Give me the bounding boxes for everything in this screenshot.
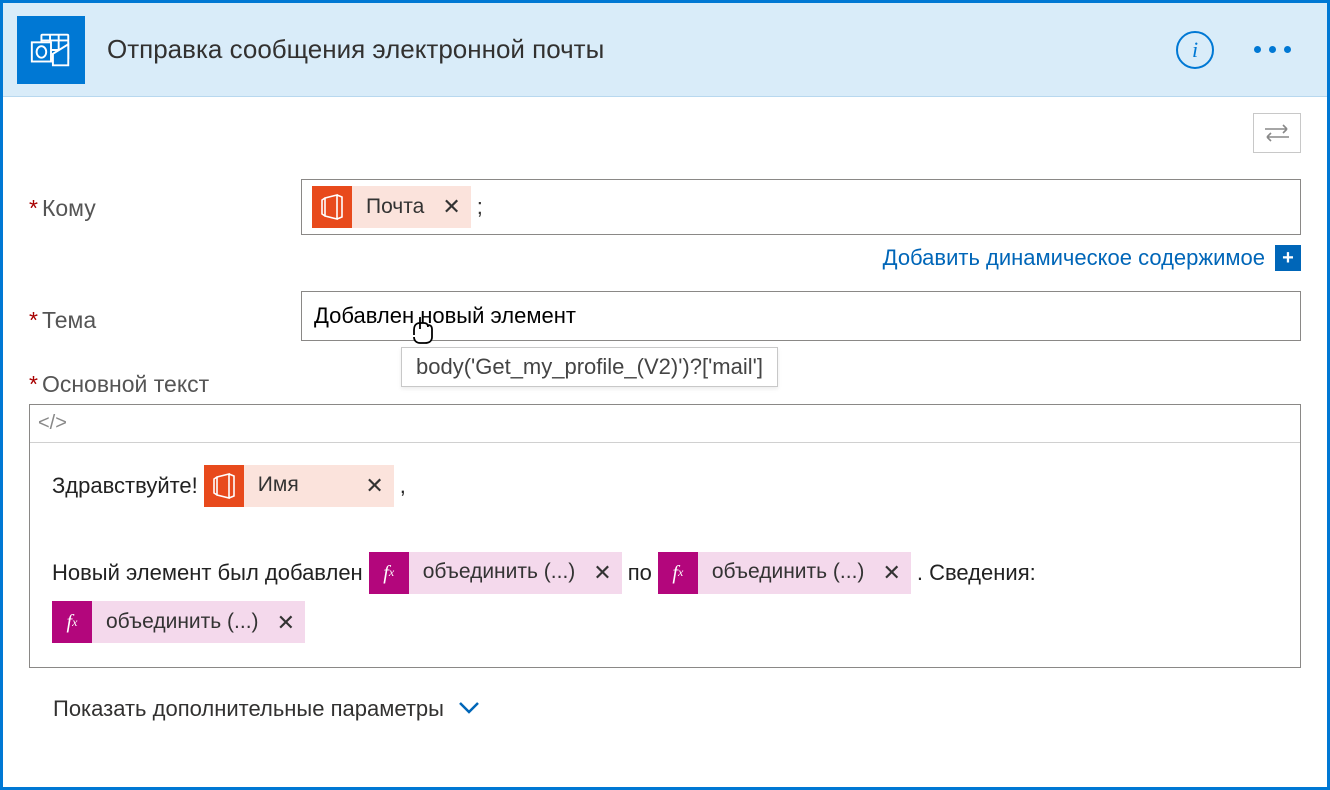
info-icon[interactable]: i: [1176, 31, 1214, 69]
to-row: *Кому Почта ✕ ;: [29, 179, 1301, 235]
subject-label: *Тема: [29, 291, 301, 334]
remove-token-icon[interactable]: ✕: [593, 544, 611, 601]
outlook-icon: [17, 16, 85, 84]
concat-token-2[interactable]: fx объединить (...)✕: [658, 552, 911, 594]
add-dynamic-content-plus-icon[interactable]: +: [1275, 245, 1301, 271]
office-icon: [312, 186, 352, 228]
show-advanced-toggle[interactable]: Показать дополнительные параметры: [29, 668, 1301, 742]
details-text: . Сведения:: [917, 544, 1036, 601]
to-separator: ;: [477, 194, 483, 220]
fx-icon: fx: [369, 552, 409, 594]
chevron-down-icon: [458, 699, 480, 720]
expression-tooltip: body('Get_my_profile_(V2)')?['mail']: [401, 347, 778, 387]
card-body: *Кому Почта ✕ ; body('Get_my_profile_(V2)…: [3, 97, 1327, 742]
remove-token-icon[interactable]: ✕: [882, 544, 900, 601]
comma-text: ,: [400, 457, 406, 514]
concat-token-1[interactable]: fx объединить (...)✕: [369, 552, 622, 594]
editor-content[interactable]: Здравствуйте! Имя✕ , Новый элемент был д…: [30, 443, 1300, 657]
card-header: Отправка сообщения электронной почты i: [3, 3, 1327, 97]
add-dynamic-content-link[interactable]: Добавить динамическое содержимое: [883, 245, 1265, 271]
more-menu-icon[interactable]: [1254, 46, 1291, 53]
to-input[interactable]: Почта ✕ ;: [301, 179, 1301, 235]
swap-layout-button[interactable]: [1253, 113, 1301, 153]
advanced-label: Показать дополнительные параметры: [53, 696, 444, 722]
concat-label: объединить (...): [712, 545, 865, 600]
office-icon: [204, 465, 244, 507]
fx-icon: fx: [52, 601, 92, 643]
name-token-label: Имя: [258, 458, 299, 513]
subject-row: *Тема Добавлен новый элемент: [29, 291, 1301, 341]
greeting-text: Здравствуйте!: [52, 457, 198, 514]
fx-icon: fx: [658, 552, 698, 594]
body-editor[interactable]: </> Здравствуйте! Имя✕ , Новый элемент б…: [29, 404, 1301, 668]
concat-label: объединить (...): [106, 595, 259, 650]
concat-label: объединить (...): [423, 545, 576, 600]
remove-token-icon[interactable]: ✕: [277, 594, 295, 651]
concat-token-3[interactable]: fx объединить (...)✕: [52, 601, 305, 643]
to-label: *Кому: [29, 179, 301, 222]
mail-token[interactable]: Почта ✕: [312, 186, 471, 228]
remove-token-icon[interactable]: ✕: [365, 457, 383, 514]
remove-token-icon[interactable]: ✕: [442, 194, 460, 220]
name-token[interactable]: Имя✕: [204, 465, 394, 507]
mail-token-label: Почта: [366, 195, 424, 219]
po-text: по: [628, 544, 652, 601]
line2-prefix: Новый элемент был добавлен: [52, 544, 363, 601]
action-card: Отправка сообщения электронной почты i *…: [0, 0, 1330, 790]
subject-input[interactable]: Добавлен новый элемент: [301, 291, 1301, 341]
editor-toolbar: </>: [30, 405, 1300, 443]
dynamic-content-row: Добавить динамическое содержимое +: [29, 245, 1301, 271]
code-view-toggle[interactable]: </>: [38, 412, 67, 435]
card-title: Отправка сообщения электронной почты: [107, 34, 1176, 65]
header-actions: i: [1176, 31, 1291, 69]
